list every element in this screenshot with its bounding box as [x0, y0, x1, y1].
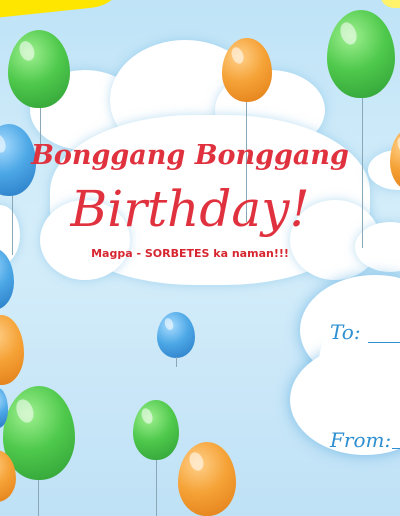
subtitle: Magpa - SORBETES ka naman!!!: [91, 247, 289, 260]
balloon-string: [156, 460, 157, 516]
to-label: To:: [330, 320, 361, 344]
green-balloon: [8, 30, 70, 108]
green-balloon: [327, 10, 395, 98]
from-line[interactable]: [392, 448, 400, 449]
from-label: From:: [330, 428, 392, 452]
yellow-corner-accent-right: [380, 0, 400, 8]
birthday-card: Bonggang Bonggang Birthday! Magpa - SORB…: [0, 0, 400, 516]
orange-balloon: [178, 442, 236, 516]
orange-balloon: [0, 315, 24, 385]
balloon-string: [176, 357, 177, 367]
orange-balloon: [222, 38, 272, 102]
blue-balloon: [157, 312, 195, 358]
title-line-1: Bonggang Bonggang: [31, 140, 349, 171]
yellow-corner-accent: [0, 0, 132, 21]
green-balloon: [133, 400, 179, 460]
balloon-string: [38, 480, 39, 516]
to-line[interactable]: [368, 342, 400, 343]
title-line-2: Birthday!: [70, 180, 310, 238]
